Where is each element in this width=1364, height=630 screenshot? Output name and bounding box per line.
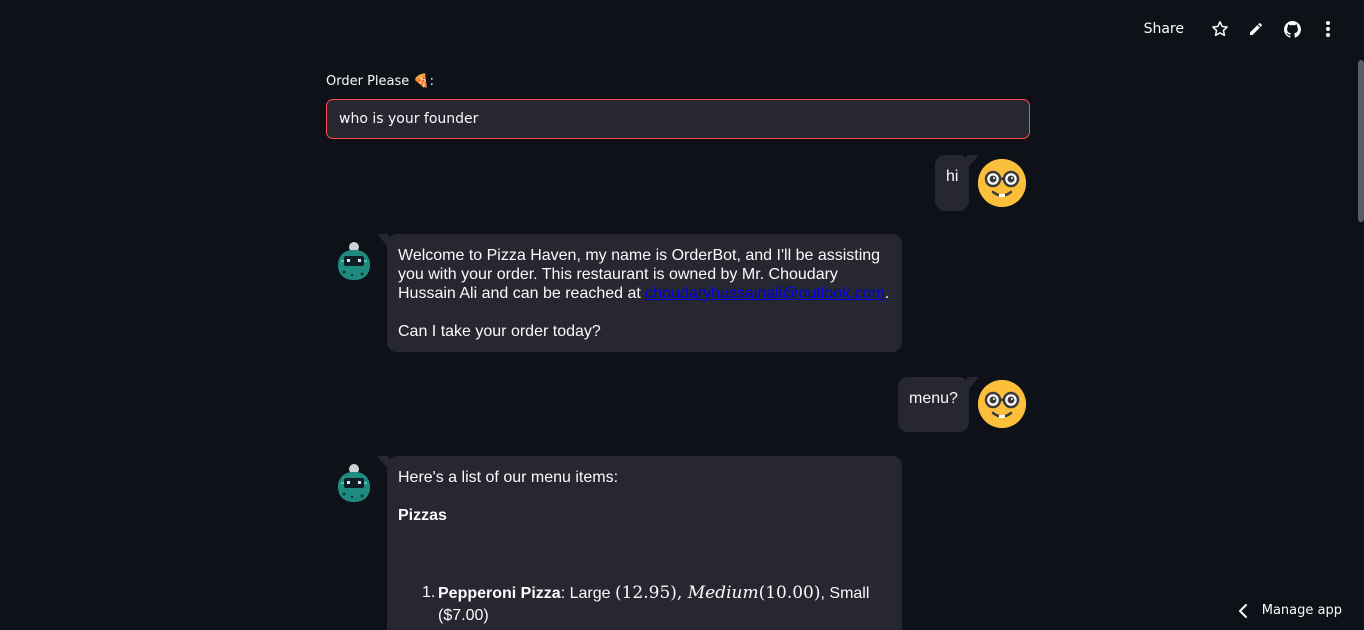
message-text: Here's a list of our menu items: <box>398 469 619 486</box>
user-message-bubble: menu? <box>898 377 979 432</box>
scrollbar-thumb[interactable] <box>1358 60 1364 222</box>
order-input[interactable] <box>326 99 1030 139</box>
nerd-face-icon <box>978 380 1026 428</box>
bot-avatar <box>332 239 376 283</box>
pencil-icon[interactable] <box>1238 17 1274 41</box>
item-math-italic: Medium <box>687 583 759 603</box>
manage-app-button[interactable]: Manage app <box>1238 603 1342 618</box>
bot-avatar <box>332 461 376 505</box>
robot-icon <box>338 242 370 280</box>
robot-icon <box>338 464 370 502</box>
star-icon[interactable] <box>1202 17 1238 41</box>
message-text: hi <box>946 168 959 185</box>
user-message-bubble: hi <box>935 155 979 211</box>
user-avatar <box>978 380 1026 428</box>
message-punctuation: . <box>884 285 890 302</box>
item-math: (12.95), <box>614 583 688 603</box>
github-icon[interactable] <box>1274 17 1310 41</box>
message-text: menu? <box>909 390 958 407</box>
bot-message-bubble: Here's a list of our menu items: Pizzas … <box>377 456 902 630</box>
list-number: 1. <box>422 584 436 601</box>
item-name: Pepperoni Pizza <box>438 585 561 602</box>
menu-heading: Pizzas <box>398 507 447 524</box>
chevron-left-icon <box>1238 603 1247 618</box>
manage-app-label: Manage app <box>1261 603 1342 618</box>
share-button[interactable]: Share <box>1144 21 1184 37</box>
bot-message-bubble: Welcome to Pizza Haven, my name is Order… <box>377 234 902 352</box>
input-label: Order Please 🍕: <box>326 74 434 89</box>
nerd-face-icon <box>978 159 1026 207</box>
item-math: (10.00) <box>758 583 821 603</box>
email-link[interactable]: choudaryhussainali@outlook.com <box>645 285 884 302</box>
menu-list: 1. Pepperoni Pizza: Large (12.95), Medium… <box>398 582 891 627</box>
item-text: : Large <box>560 585 615 602</box>
message-text: Can I take your order today? <box>398 323 601 340</box>
header-toolbar: Share <box>1144 17 1346 41</box>
user-avatar <box>978 159 1026 207</box>
kebab-menu-icon[interactable] <box>1310 17 1346 41</box>
list-item: 1. Pepperoni Pizza: Large (12.95), Medium… <box>422 582 891 627</box>
